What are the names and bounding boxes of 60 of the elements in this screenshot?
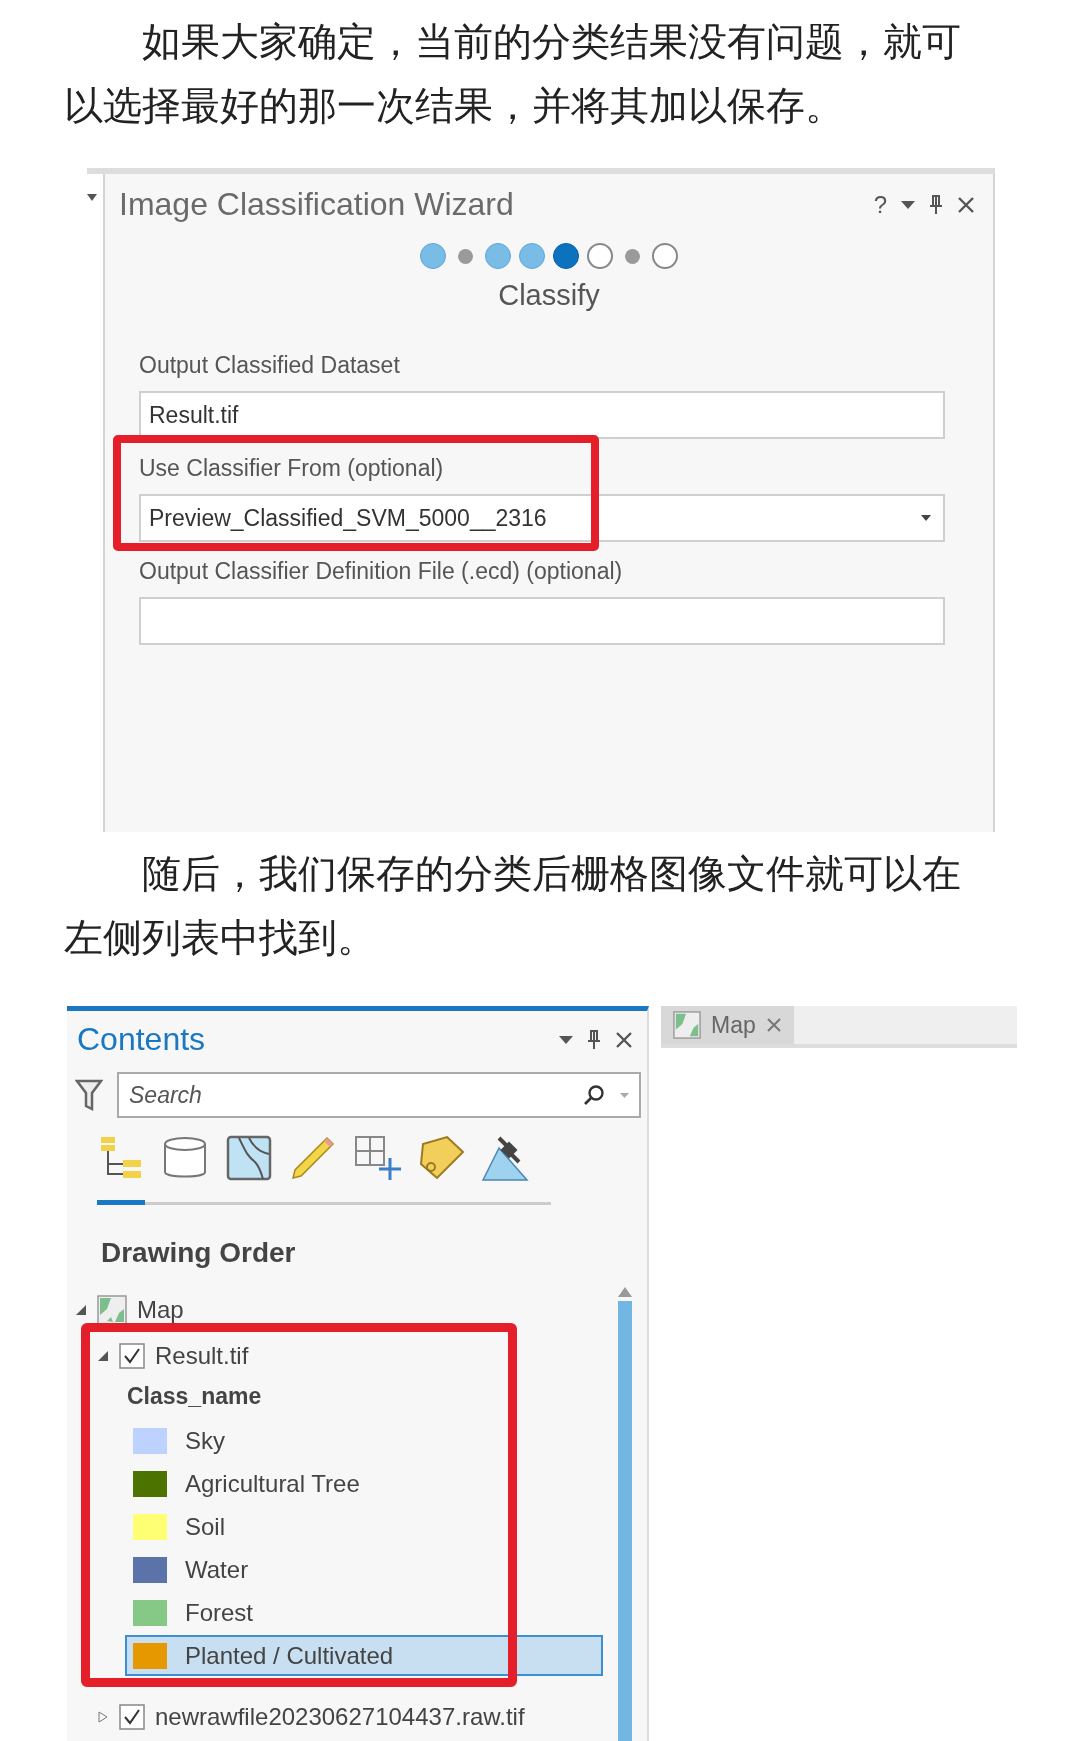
close-icon[interactable] bbox=[957, 195, 975, 214]
paragraph: 如果大家确定，当前的分类结果没有问题，就可以选择最好的那一次结果，并将其加以保存。 bbox=[63, 18, 962, 130]
caret-icon bbox=[620, 1093, 629, 1098]
step-title: Classify bbox=[497, 279, 601, 312]
step-dot[interactable] bbox=[420, 243, 446, 269]
legend-item[interactable]: Soil bbox=[125, 1506, 603, 1547]
field-label: Output Classifier Definition File (.ecd) (optional) bbox=[139, 558, 624, 585]
map-sheet-icon bbox=[225, 1134, 273, 1182]
checkbox[interactable] bbox=[119, 1704, 145, 1730]
scrollbar[interactable] bbox=[617, 1287, 633, 1741]
legend-item[interactable]: Agricultural Tree bbox=[125, 1463, 603, 1504]
filter-icon[interactable] bbox=[75, 1078, 103, 1112]
step-dot[interactable] bbox=[625, 248, 640, 264]
help-button[interactable]: ? bbox=[873, 190, 887, 219]
input-field[interactable]: Result.tif bbox=[139, 391, 945, 439]
map-icon bbox=[673, 1011, 701, 1039]
caret-icon bbox=[921, 515, 931, 521]
legend-heading: Class_name bbox=[126, 1382, 263, 1411]
dropdown-field[interactable]: Preview_Classified_SVM_5000__2316 bbox=[139, 494, 945, 542]
section-heading: Drawing Order bbox=[100, 1236, 297, 1269]
panel-title: Contents bbox=[77, 1021, 206, 1058]
view-tab[interactable] bbox=[97, 1134, 145, 1205]
expand-arrow-icon[interactable] bbox=[97, 1711, 109, 1723]
checkbox[interactable] bbox=[119, 1343, 145, 1369]
field-label: Use Classifier From (optional) bbox=[139, 455, 445, 482]
scroll-up-arrow-icon[interactable] bbox=[618, 1287, 632, 1297]
panel-title: Image Classification Wizard bbox=[119, 186, 514, 223]
field-label: Output Classified Dataset bbox=[139, 352, 401, 379]
legend-item[interactable]: Planted / Cultivated bbox=[125, 1635, 603, 1676]
expand-arrow-icon[interactable] bbox=[75, 1304, 87, 1316]
step-dot[interactable] bbox=[652, 243, 678, 269]
tree-item[interactable]: Result.tif bbox=[155, 1342, 249, 1370]
expand-arrow-icon[interactable] bbox=[97, 1350, 109, 1362]
search-field[interactable]: Search bbox=[117, 1072, 641, 1118]
add-grid-icon bbox=[353, 1134, 401, 1182]
tag-icon bbox=[417, 1134, 465, 1182]
satellite-icon bbox=[481, 1134, 529, 1182]
pencil-icon bbox=[289, 1134, 337, 1182]
legend-item[interactable]: Forest bbox=[125, 1592, 603, 1633]
dropdown-icon[interactable] bbox=[559, 1035, 573, 1044]
step-dot[interactable] bbox=[519, 243, 545, 269]
paragraph: 随后，我们保存的分类后栅格图像文件就可以在左侧列表中找到。 bbox=[63, 850, 962, 962]
step-dot[interactable] bbox=[458, 248, 473, 264]
map-tab[interactable]: Map bbox=[661, 1006, 794, 1044]
input-field[interactable] bbox=[139, 597, 945, 645]
legend-item[interactable]: Sky bbox=[125, 1420, 603, 1461]
pin-icon[interactable] bbox=[929, 194, 943, 215]
close-icon[interactable] bbox=[615, 1030, 633, 1049]
step-dot[interactable] bbox=[553, 243, 579, 269]
tree-item[interactable]: newrawfile20230627104437.raw.tif bbox=[155, 1703, 525, 1731]
search-icon bbox=[583, 1084, 605, 1106]
step-dot[interactable] bbox=[485, 243, 511, 269]
step-dot[interactable] bbox=[587, 243, 613, 269]
caret-icon bbox=[87, 194, 97, 202]
map-icon bbox=[97, 1295, 127, 1325]
legend-item[interactable]: Water bbox=[125, 1549, 603, 1590]
dropdown-icon[interactable] bbox=[901, 200, 915, 209]
tree-item[interactable]: Map bbox=[137, 1296, 184, 1324]
close-icon[interactable] bbox=[765, 1017, 782, 1033]
pin-icon[interactable] bbox=[587, 1029, 601, 1050]
